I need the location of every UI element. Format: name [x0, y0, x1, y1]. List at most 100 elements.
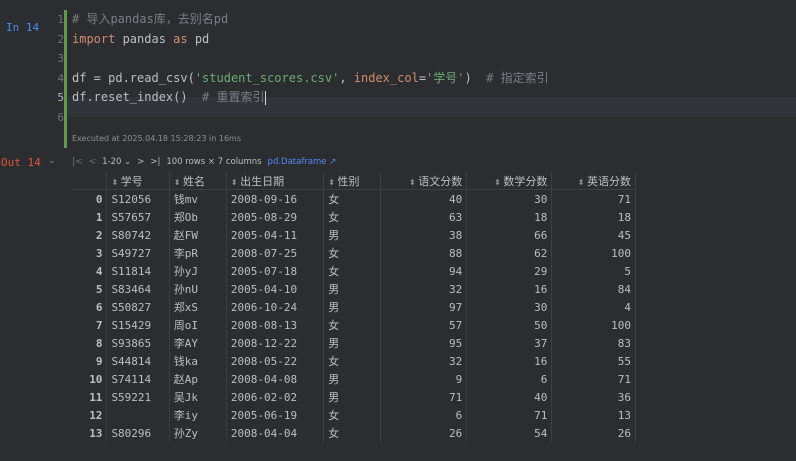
- table-cell: 37: [466, 334, 553, 352]
- table-cell: 男: [323, 370, 381, 388]
- table-cell: 16: [466, 280, 553, 298]
- table-cell: 40: [466, 388, 553, 406]
- row-index: 4: [72, 262, 108, 280]
- table-cell: 2008-05-22: [226, 352, 325, 370]
- table-row[interactable]: 7 S15429 周oI 2008-08-13 女 57 50 100: [72, 316, 636, 334]
- sort-icon[interactable]: ⬍: [494, 178, 503, 187]
- table-row[interactable]: 13 S80296 孙Zy 2008-04-04 女 26 54 26: [72, 424, 636, 442]
- table-cell: 男: [323, 280, 381, 298]
- input-cell[interactable]: In 14 1 2 3 4 5 6 # 导入pandas库，去别名pd import pan…: [0, 0, 796, 148]
- sort-icon[interactable]: ⬍: [111, 178, 120, 187]
- table-cell: 94: [380, 262, 468, 280]
- code-token: index_col: [353, 70, 419, 85]
- code-token: df.reset_index(): [72, 90, 203, 104]
- table-cell: 2008-12-22: [226, 334, 325, 352]
- column-header[interactable]: ⬍ 性别: [323, 172, 381, 190]
- table-cell: 李iy: [169, 406, 227, 424]
- column-header[interactable]: ⬍ 姓名: [169, 172, 227, 190]
- code-token: as: [173, 31, 188, 46]
- table-cell: S80742: [106, 226, 170, 244]
- sort-icon[interactable]: ⬍: [409, 178, 418, 187]
- row-index: 8: [72, 334, 108, 352]
- column-header-label: 姓名: [183, 174, 205, 188]
- table-row[interactable]: 9 S44814 钱ka 2008-05-22 女 32 16 55: [72, 352, 636, 370]
- table-cell: 女: [323, 262, 381, 280]
- table-cell: 26: [380, 424, 468, 442]
- sort-icon[interactable]: ⬍: [328, 178, 337, 187]
- table-cell: 18: [466, 208, 553, 226]
- column-header-label: 语文分数: [418, 174, 463, 188]
- sort-icon[interactable]: ⬍: [174, 178, 183, 187]
- dataframe-table-container[interactable]: ⬍ 学号 ⬍ 姓名 ⬍ 出生日期 ⬍ 性别 ⬍ 语文分数 ⬍ 数学分数 ⬍ 英语分数 0 S1…: [72, 172, 636, 461]
- table-row[interactable]: 3 S49727 李pR 2008-07-25 女 88 62 100: [72, 244, 636, 262]
- column-header-label: 学号: [120, 174, 143, 188]
- table-cell: 45: [551, 226, 636, 244]
- table-row[interactable]: 1 S57657 郑Ob 2005-08-29 女 63 18 18: [72, 208, 636, 226]
- row-index: 10: [72, 370, 108, 388]
- page-range-select[interactable]: 1-20 ⌄: [102, 157, 131, 167]
- table-cell: 2005-07-18: [226, 262, 325, 280]
- sort-icon[interactable]: ⬍: [578, 178, 587, 187]
- table-row[interactable]: 5 S83464 孙nU 2005-04-10 男 32 16 84: [72, 280, 636, 298]
- column-header-label: 出生日期: [240, 174, 285, 188]
- table-cell: 男: [323, 388, 381, 406]
- table-row[interactable]: 2 S80742 赵FW 2005-04-11 男 38 66 45: [72, 226, 636, 244]
- table-row[interactable]: 10 S74114 赵Ap 2008-04-08 男 9 6 71: [72, 370, 636, 388]
- table-row[interactable]: 4 S11814 孙yJ 2005-07-18 女 94 29 5: [72, 262, 636, 280]
- table-cell: 4: [551, 298, 636, 316]
- table-cell: 63: [380, 208, 468, 226]
- table-cell: 2008-04-08: [226, 370, 325, 388]
- chevron-down-icon[interactable]: ⌄: [48, 156, 56, 166]
- code-token: # 重置索引: [202, 90, 265, 104]
- table-cell: 84: [551, 280, 636, 298]
- last-page-button[interactable]: >|: [150, 157, 160, 167]
- table-cell: S12056: [106, 189, 170, 208]
- code-token: import: [72, 31, 116, 46]
- code-line: df = pd.read_csv('student_scores.csv', i…: [72, 69, 549, 89]
- table-cell: 30: [466, 189, 553, 208]
- table-row[interactable]: 6 S50827 郑xS 2006-10-24 男 97 30 4: [72, 298, 636, 316]
- table-cell: 孙yJ: [169, 262, 227, 280]
- column-header-label: 英语分数: [587, 174, 631, 188]
- dataframe-type-link[interactable]: pd.Dataframe ↗: [268, 157, 337, 167]
- column-header[interactable]: ⬍ 英语分数: [551, 172, 636, 190]
- column-header[interactable]: ⬍ 出生日期: [226, 172, 325, 190]
- row-index: 1: [72, 208, 108, 226]
- table-row[interactable]: 8 S93865 李AY 2008-12-22 男 95 37 83: [72, 334, 636, 352]
- code-token: ): [464, 70, 487, 85]
- table-row[interactable]: 12 李iy 2005-06-19 女 6 71 13: [72, 406, 636, 424]
- table-cell: 吴Jk: [169, 388, 227, 406]
- table-cell: 40: [380, 189, 468, 208]
- table-cell: S50827: [106, 298, 170, 316]
- table-cell: S44814: [106, 352, 170, 370]
- table-cell: 6: [380, 406, 468, 424]
- table-cell: 钱mv: [169, 189, 227, 208]
- first-page-button[interactable]: |<: [72, 157, 83, 167]
- table-cell: 71: [466, 406, 553, 424]
- next-page-button[interactable]: >: [137, 157, 144, 167]
- code-token: df = pd.read_csv(: [72, 70, 195, 85]
- table-cell: 郑Ob: [169, 208, 227, 226]
- table-row[interactable]: 0 S12056 钱mv 2008-09-16 女 40 30 71: [72, 189, 636, 208]
- table-cell: 女: [323, 189, 381, 208]
- table-header-row: ⬍ 学号 ⬍ 姓名 ⬍ 出生日期 ⬍ 性别 ⬍ 语文分数 ⬍ 数学分数 ⬍ 英语分数: [72, 172, 636, 190]
- row-index: 0: [72, 189, 108, 208]
- column-header[interactable]: ⬍ 语文分数: [380, 172, 468, 190]
- column-header[interactable]: ⬍ 学号: [106, 172, 170, 190]
- table-cell: 26: [551, 424, 636, 442]
- table-cell: 71: [380, 388, 468, 406]
- table-cell: 李AY: [169, 334, 227, 352]
- prev-page-button[interactable]: <: [89, 157, 97, 167]
- sort-icon[interactable]: ⬍: [231, 178, 240, 187]
- table-cell: 男: [323, 298, 381, 316]
- table-cell: 97: [380, 298, 468, 316]
- code-editor[interactable]: # 导入pandas库，去别名pd import pandas as pd df =…: [67, 10, 796, 128]
- column-header[interactable]: [72, 172, 108, 190]
- table-cell: 100: [551, 316, 636, 334]
- table-row[interactable]: 11 S59221 吴Jk 2006-02-02 男 71 40 36: [72, 388, 636, 406]
- table-cell: 孙nU: [169, 280, 227, 298]
- line-number: 5: [57, 91, 64, 104]
- table-cell: 2008-07-25: [226, 244, 325, 262]
- table-cell: 2005-04-11: [226, 226, 325, 244]
- column-header[interactable]: ⬍ 数学分数: [466, 172, 553, 190]
